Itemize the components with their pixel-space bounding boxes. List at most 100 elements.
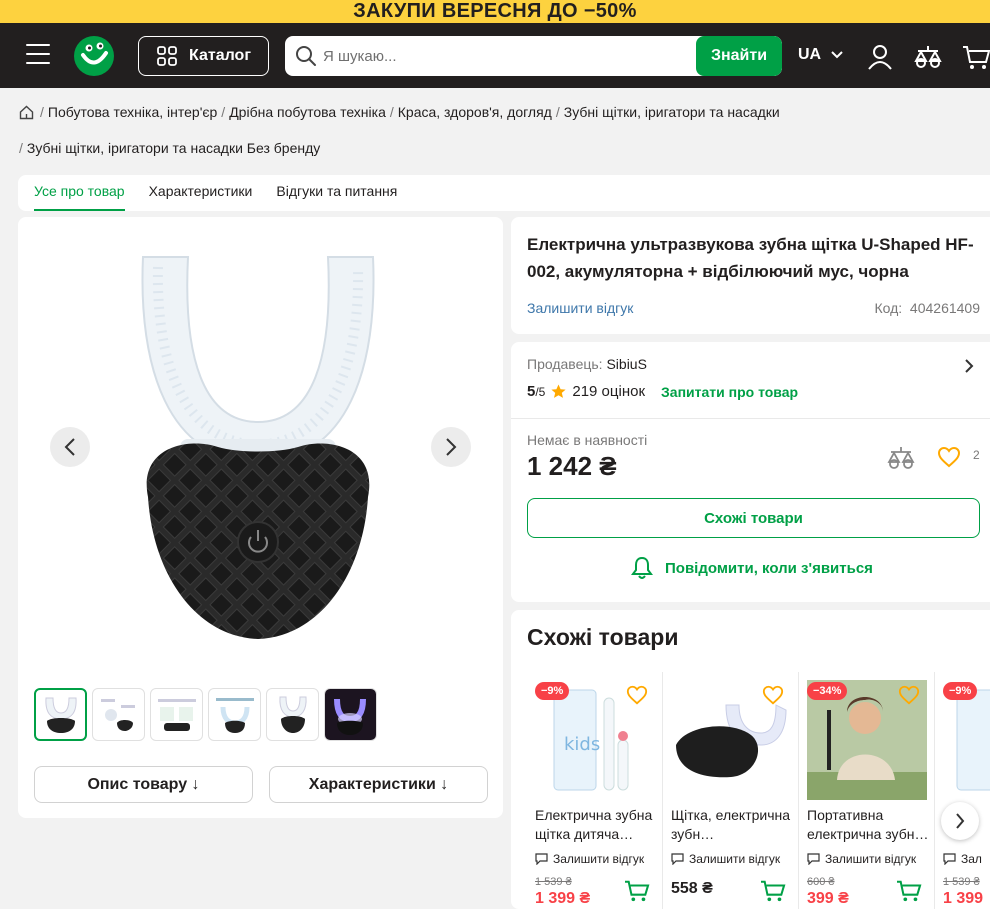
discount-badge: −9% [943,682,978,700]
search-button[interactable]: Знайти [696,36,782,76]
purchase-card: Продавець: SibiuS 5 /5 219 оцінок Запита… [511,342,990,602]
compare-icon[interactable] [914,43,942,71]
product-tile-name[interactable]: Електрична зубна щітка дитяча… [535,806,659,844]
product-code-label: Код: [874,300,903,316]
availability-status: Немає в наявності [527,432,648,448]
bell-icon [631,556,653,579]
leave-review-link[interactable]: Залишити відгук [527,300,633,316]
breadcrumb-link[interactable]: Дрібна побутова техніка [229,102,386,122]
product-tile-review[interactable]: Залишити відгук [671,852,780,866]
product-carousel: kids −9% Електрична зубна щітка дитяча… … [527,672,990,909]
rating-score: 5 [527,383,536,400]
chevron-down-icon [831,51,843,59]
tile-price: 399 ₴ [807,890,849,907]
logo[interactable] [73,35,115,77]
seller-info[interactable]: Продавець: SibiuS [527,356,647,372]
tile-price: 1 399 [943,890,984,907]
menu-icon[interactable] [26,44,50,64]
breadcrumb-link[interactable]: Побутова техніка, інтер'єр [48,102,217,122]
product-tile[interactable]: −9% Е Зал 1 539 ₴ 1 399 [935,672,990,909]
breadcrumb: / Побутова техніка, інтер'єр / Дрібна побу… [19,102,780,158]
site-header: Каталог Знайти UA [0,23,990,88]
similar-products-button[interactable]: Схожі товари [527,498,980,538]
similar-products-section: Схожі товари kids −9% Електрична зубна щ… [511,610,990,909]
characteristics-button[interactable]: Характеристики ↓ [269,766,488,803]
carousel-next-button[interactable] [941,802,979,840]
heart-icon[interactable] [937,445,961,469]
ask-about-product-link[interactable]: Запитати про товар [661,384,798,400]
product-price: 1 242 ₴ [527,451,617,481]
discount-badge: −34% [807,682,848,700]
user-icon[interactable] [866,43,894,71]
seller-name: SibiuS [606,356,647,372]
breadcrumb-link[interactable]: Краса, здоров'я, догляд [398,102,552,122]
thumbnail[interactable] [208,688,261,741]
cart-icon[interactable] [896,879,922,903]
product-code-value: 404261409 [909,300,980,316]
next-image-button[interactable] [431,427,471,467]
chevron-right-icon[interactable] [964,359,974,373]
language-label: UA [798,46,822,63]
tab-reviews[interactable]: Відгуки та питання [276,175,397,211]
cart-icon[interactable] [624,879,650,903]
old-price: 1 539 ₴ [535,876,572,888]
breadcrumb-link[interactable]: Зубні щітки, іригатори та насадки [564,102,780,122]
tab-characteristics[interactable]: Характеристики [149,175,253,211]
tile-price: 558 ₴ [671,880,713,897]
product-tile[interactable]: Щітка, електрична зубн… Залишити відгук … [663,672,799,909]
description-button[interactable]: Опис товару ↓ [34,766,253,803]
catalog-label: Каталог [189,47,251,64]
chevron-right-icon [956,813,965,829]
rating-max: /5 [535,384,546,399]
product-tile[interactable]: −34% Портативна електрична зубн… Залишит… [799,672,935,909]
promo-banner[interactable]: ЗАКУПИ ВЕРЕСНЯ ДО −50% [0,0,990,23]
tile-price: 1 399 ₴ [535,890,591,907]
cart-icon[interactable] [962,43,990,71]
breadcrumb-link[interactable]: Зубні щітки, іригатори та насадки Без бр… [27,138,320,158]
page-title: Електрична ультразвукова зубна щітка U-S… [527,235,974,281]
cart-icon[interactable] [760,879,786,903]
thumbnail[interactable] [266,688,319,741]
wishlist-count: 2 [973,448,980,462]
thumbnail[interactable] [34,688,87,741]
thumbnail[interactable] [92,688,145,741]
old-price: 1 539 ₴ [943,876,980,888]
thumbnail[interactable] [150,688,203,741]
discount-badge: −9% [535,682,570,700]
comment-icon [535,853,548,865]
review-label: Зал [961,852,982,866]
rating-count[interactable]: 219 оцінок [572,383,645,400]
heart-icon[interactable] [898,684,920,706]
search-input[interactable] [323,36,693,76]
language-switcher[interactable]: UA [798,46,843,64]
product-title-card: Електрична ультразвукова зубна щітка U-S… [511,217,990,334]
divider [511,418,990,419]
catalog-button[interactable]: Каталог [138,36,269,76]
home-icon[interactable] [19,105,34,120]
review-label: Залишити відгук [825,852,917,866]
product-tile-review[interactable]: Залишити відгук [807,852,916,866]
product-tile-name[interactable]: Портативна електрична зубн… [807,806,931,844]
prev-image-button[interactable] [50,427,90,467]
product-tile-review[interactable]: Зал [943,852,982,866]
chevron-right-icon [446,438,457,456]
heart-icon[interactable] [762,684,784,706]
review-label: Залишити відгук [553,852,645,866]
compare-icon[interactable] [887,444,915,472]
product-tile[interactable]: kids −9% Електрична зубна щітка дитяча… … [527,672,663,909]
heart-icon[interactable] [626,684,648,706]
product-code: Код: 404261409 [874,300,980,316]
product-gallery: Опис товару ↓ Характеристики ↓ [18,217,503,818]
product-image[interactable] [128,247,388,647]
review-label: Залишити відгук [689,852,781,866]
chevron-left-icon [64,438,75,456]
search-icon [296,46,316,66]
comment-icon [807,853,820,865]
product-tile-review[interactable]: Залишити відгук [535,852,644,866]
thumbnail[interactable] [324,688,377,741]
notify-when-available-button[interactable]: Повідомити, коли з'явиться [631,556,873,580]
search-box: Знайти [285,36,782,76]
tab-all-about-product[interactable]: Усе про товар [34,175,125,211]
star-icon [551,384,566,398]
product-tile-name[interactable]: Щітка, електрична зубн… [671,806,795,844]
